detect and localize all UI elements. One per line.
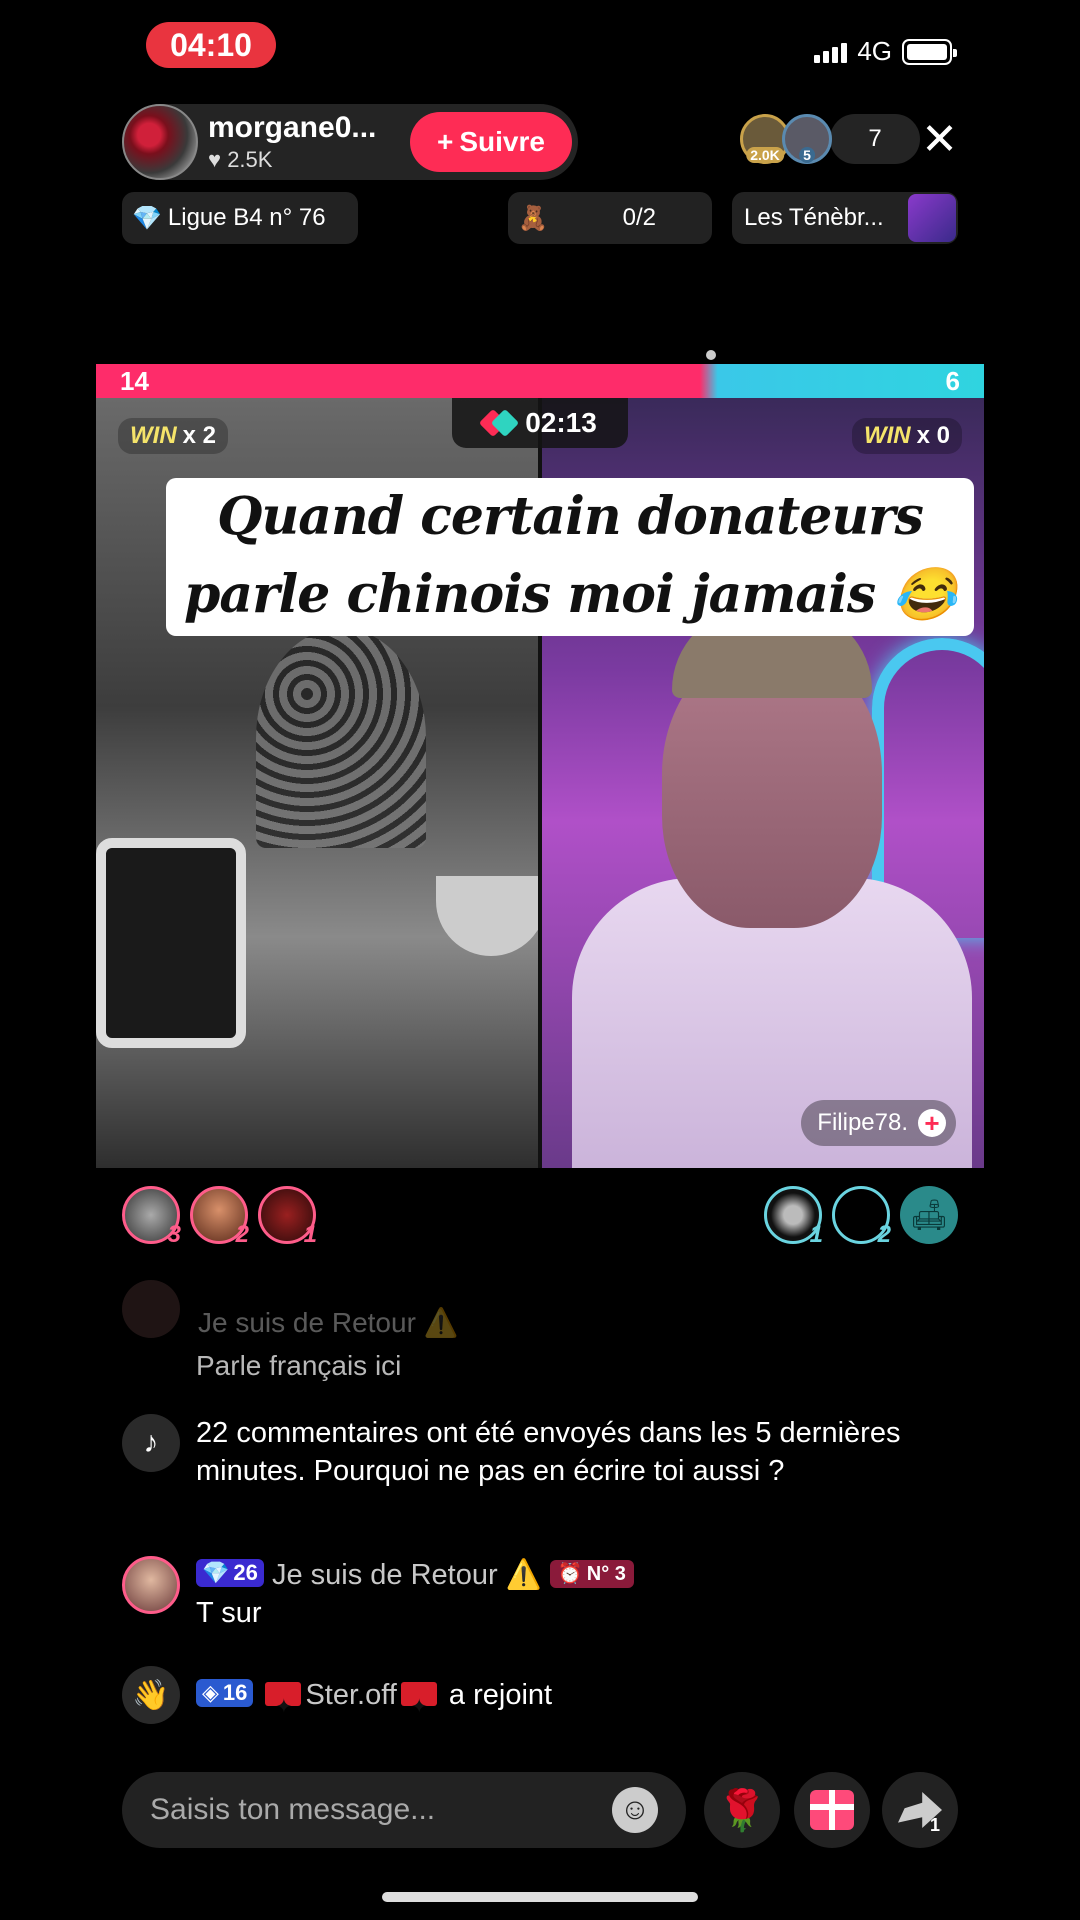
host-card[interactable]: morgane0... ♥ 2.5K + Suivre [122, 104, 578, 180]
message-input[interactable]: Saisis ton message... ☺ [122, 1772, 686, 1848]
home-indicator[interactable] [382, 1892, 698, 1902]
partner-avatar [908, 194, 956, 242]
score-right: 6 [945, 365, 960, 396]
avatar[interactable] [122, 1556, 180, 1614]
bar-dot [706, 350, 716, 360]
wave-icon: 👋 [122, 1666, 180, 1724]
supporter-avatar[interactable]: 1 [764, 1186, 823, 1248]
goal-badge[interactable]: 🧸 0/2 [508, 192, 712, 244]
rose-gift-button[interactable]: 🌹 [704, 1772, 780, 1848]
goal-icon: 🧸 [518, 204, 548, 232]
tiktok-icon: ♪ [122, 1414, 180, 1472]
chat-username[interactable]: Je suis de Retour ⚠️ [272, 1559, 542, 1591]
flag-icon [400, 1678, 437, 1736]
host-video-subject [256, 628, 426, 848]
gift-icon [810, 1790, 854, 1830]
supporter-avatar[interactable]: 1 [258, 1186, 317, 1248]
host-likes: ♥ 2.5K [208, 147, 273, 172]
partner-badge[interactable]: Les Ténèbr... [732, 192, 958, 244]
avatar [122, 1279, 180, 1338]
follow-opponent-icon[interactable]: + [918, 1109, 946, 1137]
armchair-icon[interactable]: 🛋 [900, 1186, 958, 1244]
share-button[interactable]: 1 [882, 1772, 958, 1848]
emoji-icon[interactable]: ☺ [612, 1787, 658, 1833]
level-badge: 💎 26 [196, 1559, 264, 1587]
supporter-avatar[interactable]: 3 [122, 1186, 181, 1248]
chat-text: T sur [196, 1597, 262, 1629]
supporter-avatar[interactable]: 2 [190, 1186, 249, 1248]
chat-username[interactable]: Ster.off [305, 1679, 396, 1711]
supporter-avatar[interactable]: 2 [832, 1186, 891, 1248]
rose-icon: 🌹 [717, 1788, 767, 1833]
gift-button[interactable] [794, 1772, 870, 1848]
heart-icon: ♥ [208, 147, 228, 172]
follow-button[interactable]: + Suivre [410, 112, 572, 172]
battery-icon [902, 38, 957, 65]
win-streak-left: WIN x 2 [118, 418, 229, 454]
win-streak-right: WIN x 0 [851, 418, 962, 454]
level-badge: ◈ 16 [196, 1679, 254, 1707]
battle-timer: 02:13 [452, 398, 628, 448]
flag-icon [265, 1678, 302, 1736]
stream-caption: Quand certain donateurs parle chinois mo… [166, 478, 974, 636]
join-message: 👋 ◈16 Ster.off a rejoint [122, 1666, 986, 1736]
signal-icon [814, 41, 848, 63]
battle-score-bar: 14 6 [96, 364, 984, 398]
close-icon[interactable]: ✕ [921, 118, 958, 162]
battle-icon [479, 408, 520, 438]
video-object [96, 838, 246, 1048]
rank-badge: ⏰ N° 3 [549, 1560, 634, 1588]
diamond-icon: 💎 [132, 204, 162, 232]
host-name: morgane0... [208, 111, 377, 144]
opponent-tag[interactable]: Filipe78. + [801, 1100, 956, 1146]
top-viewers[interactable]: 2.0K 5 7 [740, 114, 920, 164]
host-avatar[interactable] [122, 104, 198, 180]
score-left: 14 [120, 365, 149, 396]
status-icons: 4G [814, 36, 957, 67]
chat-message-text: Parle français ici [196, 1350, 402, 1381]
chat-message[interactable]: 💎 26 Je suis de Retour ⚠️ ⏰ N° 3 T sur [122, 1556, 986, 1632]
viewer-count[interactable]: 7 [830, 114, 920, 164]
league-badge[interactable]: 💎 Ligue B4 n° 76 [122, 192, 358, 244]
goal-progress: 0/2 [622, 204, 656, 231]
right-supporters: 1 2 🛋 [764, 1186, 958, 1248]
status-time: 04:10 [146, 22, 276, 68]
plus-icon: + [437, 126, 454, 157]
network-type: 4G [857, 36, 892, 66]
video-object [436, 876, 538, 956]
top-viewer-avatar[interactable]: 5 [782, 114, 832, 164]
chat-message-faded: Je suis de Retour ⚠️ [122, 1279, 982, 1339]
system-message: ♪ 22 commentaires ont été envoyés dans l… [122, 1414, 986, 1490]
left-supporters: 3 2 1 [122, 1186, 317, 1248]
